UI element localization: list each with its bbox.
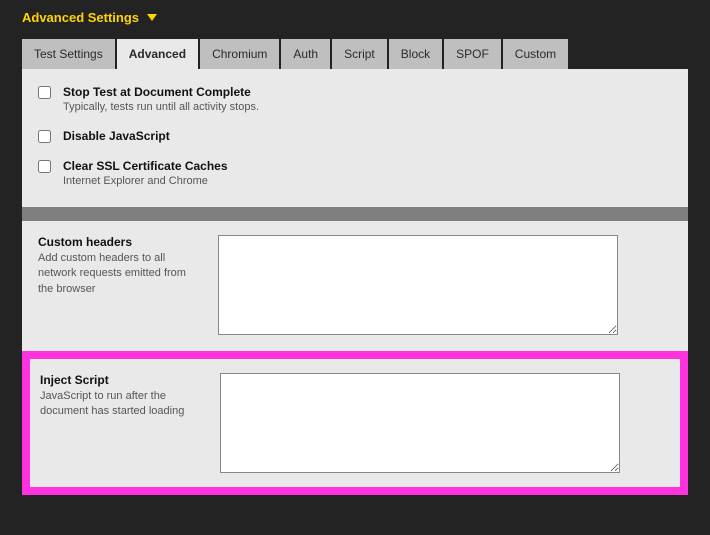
section-divider [22, 207, 688, 221]
custom-headers-section: Custom headers Add custom headers to all… [22, 221, 688, 351]
tab-bar: Test SettingsAdvancedChromiumAuthScriptB… [22, 39, 688, 69]
inject-script-label: Inject Script [40, 373, 195, 387]
checkbox-input[interactable] [38, 160, 51, 173]
tab-script[interactable]: Script [332, 39, 387, 69]
tab-chromium[interactable]: Chromium [200, 39, 279, 69]
advanced-settings-toggle[interactable]: Advanced Settings [0, 0, 710, 39]
custom-headers-textarea[interactable] [218, 235, 618, 335]
inject-script-textarea[interactable] [220, 373, 620, 473]
checkbox-label: Disable JavaScript [63, 129, 170, 143]
inject-script-section: Inject Script JavaScript to run after th… [30, 359, 680, 487]
checkbox-input[interactable] [38, 86, 51, 99]
inject-script-highlight: Inject Script JavaScript to run after th… [22, 351, 688, 495]
advanced-tab-content: Stop Test at Document Complete Typically,… [22, 69, 688, 207]
chevron-down-icon [147, 14, 157, 21]
inject-script-desc: JavaScript to run after the document has… [40, 389, 195, 420]
checkbox-row: Stop Test at Document Complete Typically,… [38, 85, 672, 113]
checkbox-desc: Typically, tests run until all activity … [63, 101, 259, 113]
settings-panel: Test SettingsAdvancedChromiumAuthScriptB… [22, 39, 688, 207]
tab-advanced[interactable]: Advanced [117, 39, 198, 69]
checkbox-label: Clear SSL Certificate Caches [63, 159, 228, 173]
checkbox-desc: Internet Explorer and Chrome [63, 175, 228, 187]
checkbox-row: Clear SSL Certificate Caches Internet Exp… [38, 159, 672, 187]
checkbox-row: Disable JavaScript [38, 129, 672, 143]
tab-custom[interactable]: Custom [503, 39, 568, 69]
custom-headers-desc: Add custom headers to all network reques… [38, 251, 193, 297]
advanced-settings-title: Advanced Settings [22, 10, 139, 25]
checkbox-input[interactable] [38, 130, 51, 143]
tab-test-settings[interactable]: Test Settings [22, 39, 115, 69]
tab-block[interactable]: Block [389, 39, 442, 69]
tab-auth[interactable]: Auth [281, 39, 330, 69]
checkbox-label: Stop Test at Document Complete [63, 85, 259, 99]
tab-spof[interactable]: SPOF [444, 39, 501, 69]
custom-headers-label: Custom headers [38, 235, 193, 249]
